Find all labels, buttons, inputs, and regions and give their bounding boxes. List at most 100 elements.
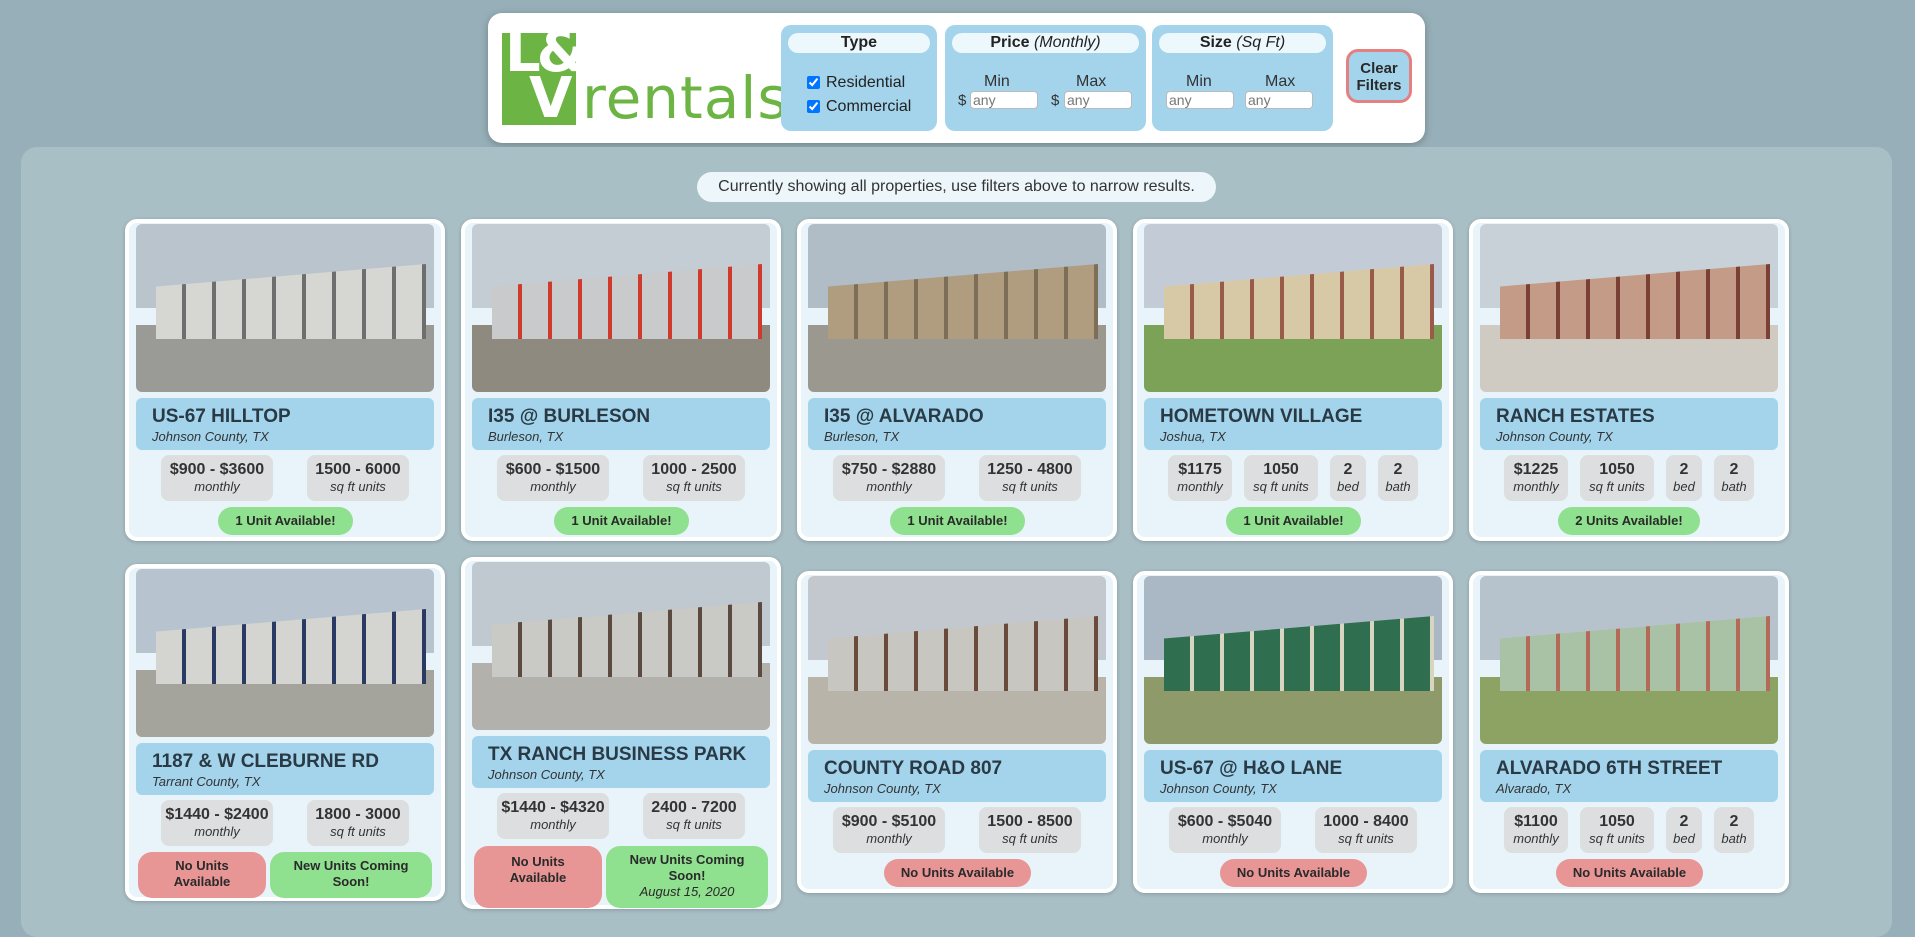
property-location: Johnson County, TX (824, 781, 941, 796)
filter-header: L& V rentals Type Residential Commercial… (488, 13, 1425, 143)
property-card[interactable]: 1187 & W CLEBURNE RD Tarrant County, TX $1… (125, 564, 445, 901)
size-stat-value: 1250 - 4800 (987, 461, 1073, 478)
size-stat: 1050 sq ft units (1244, 455, 1318, 501)
no-units-badge: No Units Available (138, 852, 266, 898)
size-min-input[interactable]: any (1166, 91, 1234, 109)
property-location: Alvarado, TX (1496, 781, 1572, 796)
property-card[interactable]: TX RANCH BUSINESS PARK Johnson County, TX… (461, 557, 781, 909)
property-name[interactable]: HOMETOWN VILLAGE (1160, 406, 1362, 428)
property-photo[interactable] (1144, 576, 1442, 744)
property-photo[interactable] (1144, 224, 1442, 392)
coming-soon-badge: New Units Coming Soon! (270, 852, 432, 898)
bed-stat-unit: bed (1673, 479, 1695, 494)
property-card[interactable]: HOMETOWN VILLAGE Joshua, TX $1175 monthly 10… (1133, 219, 1453, 541)
no-units-badge: No Units Available (474, 846, 602, 908)
bed-stat-value: 2 (1343, 461, 1353, 478)
property-title-bar: ALVARADO 6TH STREET Alvarado, TX (1480, 750, 1778, 802)
size-stat-value: 1050 (1263, 461, 1299, 478)
size-stat: 1800 - 3000 sq ft units (307, 800, 409, 846)
property-title-bar: 1187 & W CLEBURNE RD Tarrant County, TX (136, 743, 434, 795)
price-stat-unit: monthly (194, 824, 240, 839)
price-stat: $1175 monthly (1168, 455, 1232, 501)
property-title-bar: RANCH ESTATES Johnson County, TX (1480, 398, 1778, 450)
property-title-bar: US-67 HILLTOP Johnson County, TX (136, 398, 434, 450)
size-stat: 1000 - 2500 sq ft units (643, 455, 745, 501)
residential-option[interactable]: Residential (807, 74, 905, 92)
residential-checkbox[interactable] (807, 76, 820, 90)
property-photo[interactable] (472, 562, 770, 730)
property-title-bar: HOMETOWN VILLAGE Joshua, TX (1144, 398, 1442, 450)
price-min-currency: $ (958, 92, 967, 109)
size-stat-value: 1050 (1599, 461, 1635, 478)
bath-stat-unit: bath (1385, 479, 1411, 494)
price-stat: $750 - $2880 monthly (833, 455, 945, 501)
property-photo[interactable] (136, 569, 434, 737)
bath-stat: 2 bath (1714, 455, 1754, 501)
property-name[interactable]: COUNTY ROAD 807 (824, 758, 1002, 780)
price-stat-value: $1175 (1178, 461, 1222, 478)
property-card[interactable]: ALVARADO 6TH STREET Alvarado, TX $1100 mont… (1469, 571, 1789, 893)
no-units-text: No Units Available (509, 854, 567, 885)
lv-rentals-logo[interactable]: L& V rentals (502, 25, 788, 127)
price-stat-unit: monthly (1513, 831, 1559, 846)
bed-stat-unit: bed (1337, 479, 1359, 494)
bed-stat: 2 bed (1330, 455, 1366, 501)
no-units-badge: No Units Available (1556, 859, 1703, 887)
property-name[interactable]: ALVARADO 6TH STREET (1496, 758, 1722, 780)
property-name[interactable]: US-67 HILLTOP (152, 406, 291, 428)
commercial-checkbox[interactable] (807, 100, 820, 114)
property-card[interactable]: US-67 @ H&O LANE Johnson County, TX $600 -… (1133, 571, 1453, 893)
property-photo[interactable] (808, 224, 1106, 392)
logo-mark: L& V (502, 25, 586, 127)
property-card[interactable]: I35 @ BURLESON Burleson, TX $600 - $1500 mo… (461, 219, 781, 541)
availability-badge: 2 Units Available! (1558, 507, 1700, 535)
size-stat-value: 1050 (1599, 813, 1635, 830)
property-location: Burleson, TX (824, 429, 900, 444)
property-name[interactable]: I35 @ BURLESON (488, 406, 650, 428)
price-stat-value: $1225 (1513, 461, 1559, 478)
property-name[interactable]: TX RANCH BUSINESS PARK (488, 744, 746, 766)
price-stat: $1440 - $2400 monthly (161, 800, 273, 846)
price-stat-value: $600 - $5040 (1177, 813, 1273, 830)
availability-badge: 1 Unit Available! (218, 507, 353, 535)
property-location: Johnson County, TX (1496, 429, 1613, 444)
property-title-bar: US-67 @ H&O LANE Johnson County, TX (1144, 750, 1442, 802)
property-title-bar: I35 @ BURLESON Burleson, TX (472, 398, 770, 450)
size-stat-value: 2400 - 7200 (651, 799, 737, 816)
property-photo[interactable] (136, 224, 434, 392)
price-stat: $1440 - $4320 monthly (497, 793, 609, 839)
availability-badge: 1 Unit Available! (554, 507, 689, 535)
clear-filters-button[interactable]: Clear Filters (1346, 49, 1412, 103)
property-name[interactable]: I35 @ ALVARADO (824, 406, 984, 428)
property-card[interactable]: US-67 HILLTOP Johnson County, TX $900 - $3… (125, 219, 445, 541)
price-min-label: Min (984, 73, 1010, 90)
price-stat-unit: monthly (1202, 831, 1248, 846)
availability-badge: 1 Unit Available! (890, 507, 1025, 535)
commercial-option[interactable]: Commercial (807, 98, 911, 116)
size-stat-unit: sq ft units (1338, 831, 1394, 846)
price-min-input[interactable]: any (970, 91, 1038, 109)
size-stat: 1500 - 8500 sq ft units (979, 807, 1081, 853)
property-name[interactable]: 1187 & W CLEBURNE RD (152, 751, 379, 773)
bath-stat-unit: bath (1721, 831, 1747, 846)
property-photo[interactable] (808, 576, 1106, 744)
no-units-text: No Units Available (173, 858, 231, 889)
size-stat: 1000 - 8400 sq ft units (1315, 807, 1417, 853)
size-stat-value: 1500 - 8500 (987, 813, 1073, 830)
price-stat: $1100 monthly (1504, 807, 1568, 853)
property-photo[interactable] (472, 224, 770, 392)
size-stat: 1050 sq ft units (1580, 455, 1654, 501)
bed-stat: 2 bed (1666, 455, 1702, 501)
price-max-input[interactable]: any (1064, 91, 1132, 109)
property-card[interactable]: COUNTY ROAD 807 Johnson County, TX $900 - … (797, 571, 1117, 893)
property-photo[interactable] (1480, 576, 1778, 744)
coming-soon-text: New Units Coming Soon! (293, 858, 409, 889)
property-card[interactable]: RANCH ESTATES Johnson County, TX $1225 mont… (1469, 219, 1789, 541)
size-stat-unit: sq ft units (666, 817, 722, 832)
price-stat-unit: monthly (530, 479, 576, 494)
property-name[interactable]: RANCH ESTATES (1496, 406, 1655, 428)
property-name[interactable]: US-67 @ H&O LANE (1160, 758, 1342, 780)
size-max-input[interactable]: any (1245, 91, 1313, 109)
property-photo[interactable] (1480, 224, 1778, 392)
property-card[interactable]: I35 @ ALVARADO Burleson, TX $750 - $2880 mo… (797, 219, 1117, 541)
